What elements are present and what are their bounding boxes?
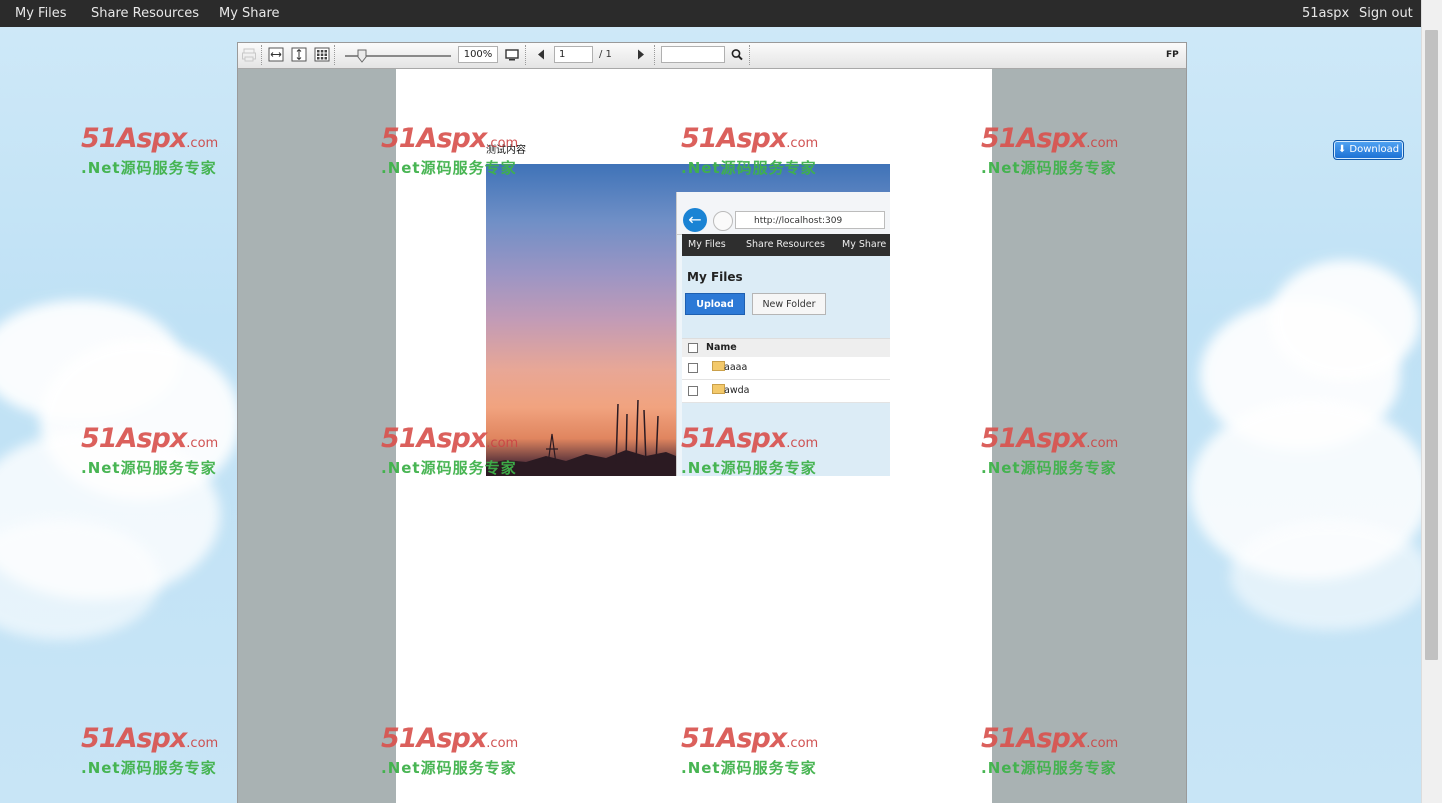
thumbnails-icon[interactable] [314, 46, 330, 63]
watermark: 51Aspx.com .Net源码服务专家 [81, 123, 219, 178]
embedded-nav-item: My Share [842, 239, 887, 250]
embedded-nav-item: Share Resources [746, 239, 825, 250]
prev-page-icon[interactable] [533, 46, 549, 63]
embedded-screenshot: ← http://localhost:309 My Files Share Re… [676, 192, 890, 476]
toolbar-separator [749, 45, 751, 65]
print-icon[interactable] [241, 46, 257, 63]
checkbox-icon [688, 343, 698, 353]
embedded-address-bar: ← http://localhost:309 [677, 192, 890, 235]
embedded-column-name: Name [706, 342, 737, 353]
search-icon[interactable] [729, 46, 745, 63]
document-text: 测试内容 [486, 145, 526, 156]
embedded-table-row: aaaa [682, 357, 890, 380]
watermark: 51Aspx.com .Net源码服务专家 [81, 723, 219, 778]
toolbar-separator [525, 45, 527, 65]
zoom-level-field[interactable]: 100% [458, 46, 498, 63]
toolbar-separator [334, 45, 336, 65]
nav-username[interactable]: 51aspx [1302, 0, 1349, 27]
embedded-content: My Files Upload New Folder Name aaaa awd… [682, 256, 890, 476]
download-label: Download [1349, 144, 1400, 155]
document-image: ← http://localhost:309 My Files Share Re… [486, 164, 890, 476]
flexpaper-brand[interactable]: FP [1166, 47, 1179, 63]
toolbar-separator [654, 45, 656, 65]
embedded-table-row: awda [682, 380, 890, 403]
next-page-icon[interactable] [633, 46, 649, 63]
download-icon: ⬇ [1337, 144, 1347, 155]
scrollbar-thumb[interactable] [1425, 30, 1438, 660]
search-input[interactable] [661, 46, 725, 63]
embedded-new-folder-button: New Folder [752, 293, 826, 315]
embedded-upload-button: Upload [685, 293, 745, 315]
embedded-url: http://localhost:309 [735, 211, 885, 229]
document-page: 测试内容 ← http://localhost:309 My Files Sha… [396, 69, 992, 803]
checkbox-icon [688, 363, 698, 373]
nav-share-resources[interactable]: Share Resources [91, 0, 199, 27]
embedded-nav-item: My Files [688, 239, 726, 250]
page-scrollbar[interactable] [1421, 0, 1442, 803]
back-arrow-icon: ← [683, 208, 707, 232]
fullscreen-icon[interactable] [504, 46, 520, 63]
checkbox-icon [688, 386, 698, 396]
download-button[interactable]: ⬇ Download [1333, 140, 1404, 160]
embedded-row-label: aaaa [724, 362, 748, 373]
embedded-title: My Files [687, 270, 743, 284]
nav-my-share[interactable]: My Share [219, 0, 280, 27]
zoom-slider[interactable] [343, 47, 453, 63]
document-viewer: 100% 1 / 1 FP 测试内容 ← http://localhost:30… [237, 42, 1187, 803]
fit-width-icon[interactable] [268, 46, 284, 63]
nav-my-files[interactable]: My Files [15, 0, 67, 27]
embedded-row-label: awda [724, 385, 750, 396]
page-number-input[interactable]: 1 [554, 46, 593, 63]
sign-out-link[interactable]: Sign out [1359, 0, 1413, 27]
page-total-label: / 1 [599, 49, 612, 60]
fit-height-icon[interactable] [291, 46, 307, 63]
embedded-nav: My Files Share Resources My Share [682, 234, 890, 256]
forward-arrow-icon [713, 211, 733, 231]
embedded-table-header: Name [682, 338, 890, 358]
viewer-toolbar: 100% 1 / 1 FP [238, 43, 1186, 69]
top-navigation-bar: My Files Share Resources My Share 51aspx… [0, 0, 1422, 27]
toolbar-separator [261, 45, 263, 65]
